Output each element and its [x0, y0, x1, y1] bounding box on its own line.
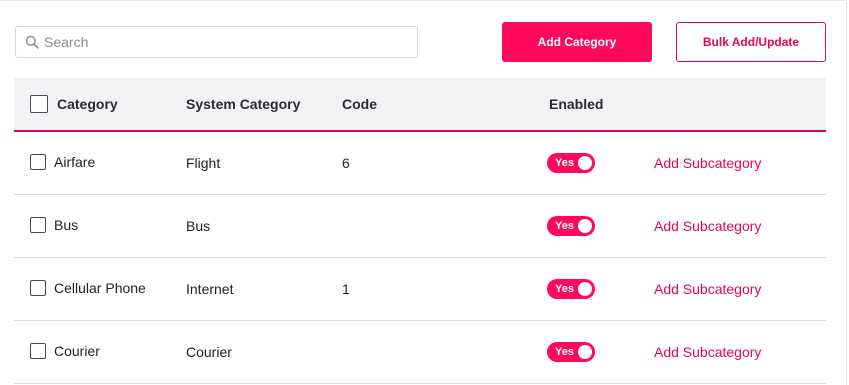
toggle-knob [578, 282, 592, 296]
search-box[interactable] [15, 26, 418, 58]
enabled-toggle[interactable]: Yes [547, 342, 595, 362]
system-category: Flight [186, 155, 221, 171]
toggle-knob [578, 219, 592, 233]
table-row: Cellular Phone Internet 1 Yes Add Subcat… [14, 258, 826, 321]
table-row: Courier Courier Yes Add Subcategory [14, 321, 826, 384]
header-enabled[interactable]: Enabled [549, 78, 603, 130]
search-input[interactable] [44, 34, 384, 50]
category-name: Courier [54, 343, 100, 359]
table-header: Category System Category Code Enabled [14, 78, 826, 132]
add-subcategory-link[interactable]: Add Subcategory [654, 155, 761, 171]
category-name: Bus [54, 217, 79, 233]
system-category: Courier [186, 344, 232, 360]
add-subcategory-link[interactable]: Add Subcategory [654, 344, 761, 360]
toggle-label: Yes [555, 220, 574, 232]
header-system-category[interactable]: System Category [186, 78, 300, 130]
search-icon [25, 35, 39, 49]
category-name: Cellular Phone [54, 280, 146, 296]
add-subcategory-link[interactable]: Add Subcategory [654, 218, 761, 234]
category-name: Airfare [54, 154, 96, 170]
table-row: Bus Bus Yes Add Subcategory [14, 195, 826, 258]
table-row: Airfare Flight 6 Yes Add Subcategory [14, 132, 826, 195]
row-checkbox[interactable] [30, 154, 46, 170]
categories-table: Category System Category Code Enabled Ai… [14, 78, 826, 384]
category-panel: Add Category Bulk Add/Update Category Sy… [0, 0, 847, 385]
enabled-toggle[interactable]: Yes [547, 216, 595, 236]
category-code: 6 [342, 155, 350, 171]
row-checkbox[interactable] [30, 217, 46, 233]
add-category-button[interactable]: Add Category [502, 22, 652, 62]
toggle-knob [578, 345, 592, 359]
toggle-label: Yes [555, 157, 574, 169]
system-category: Internet [186, 281, 234, 297]
category-code: 1 [342, 281, 350, 297]
header-category[interactable]: Category [57, 78, 118, 130]
toggle-knob [578, 156, 592, 170]
select-all-checkbox[interactable] [30, 95, 48, 113]
toggle-label: Yes [555, 346, 574, 358]
system-category: Bus [186, 218, 211, 234]
header-code[interactable]: Code [342, 78, 377, 130]
row-checkbox[interactable] [30, 343, 46, 359]
select-all-cell [30, 78, 48, 130]
enabled-toggle[interactable]: Yes [547, 153, 595, 173]
add-subcategory-link[interactable]: Add Subcategory [654, 281, 761, 297]
enabled-toggle[interactable]: Yes [547, 279, 595, 299]
toggle-label: Yes [555, 283, 574, 295]
row-checkbox[interactable] [30, 280, 46, 296]
bulk-add-update-button[interactable]: Bulk Add/Update [676, 22, 826, 62]
